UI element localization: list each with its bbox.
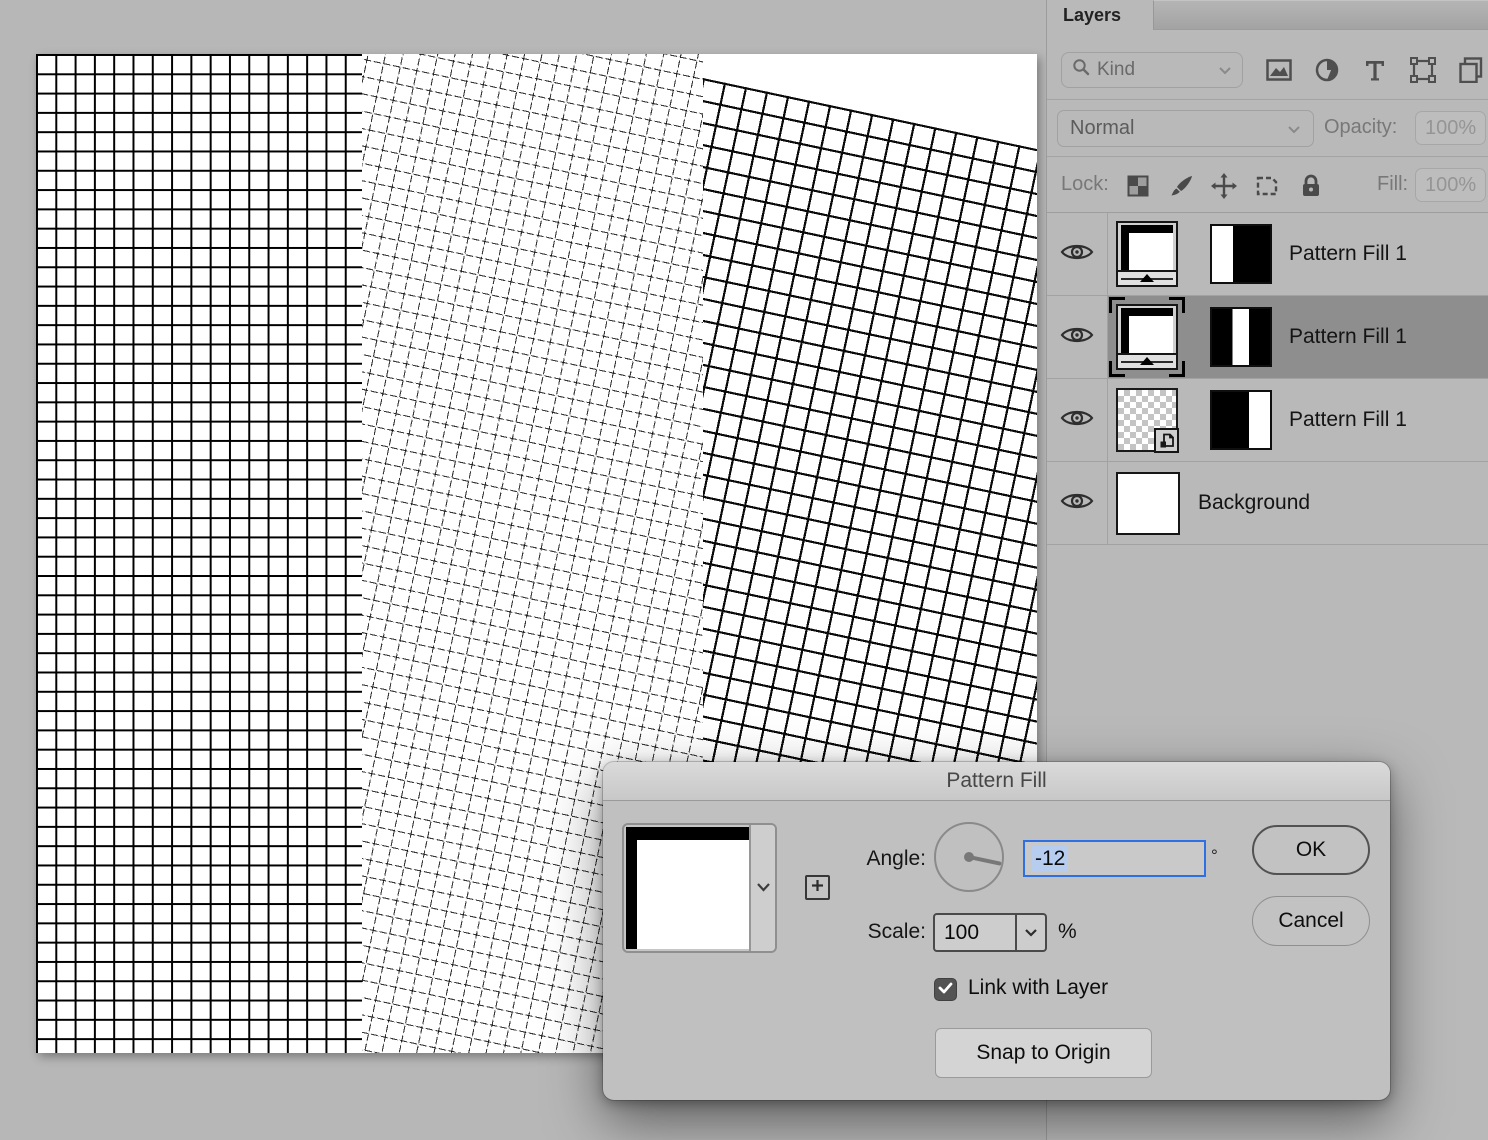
visibility-toggle[interactable] [1047, 296, 1108, 378]
snap-to-origin-button[interactable]: Snap to Origin [935, 1028, 1152, 1078]
eye-icon [1060, 407, 1094, 434]
opacity-value-field[interactable]: 100% [1415, 111, 1486, 145]
ok-button[interactable]: OK [1252, 825, 1370, 875]
dialog-title[interactable]: Pattern Fill [603, 762, 1390, 801]
layer-name[interactable]: Pattern Fill 1 [1289, 325, 1407, 349]
layer-name[interactable]: Background [1198, 491, 1310, 515]
eye-icon [1060, 490, 1094, 517]
visibility-toggle[interactable] [1047, 462, 1108, 544]
lock-label: Lock: [1061, 173, 1109, 196]
pattern-preview [626, 827, 749, 949]
layer-mask-thumbnail[interactable] [1210, 390, 1272, 450]
tab-layers-label: Layers [1063, 5, 1121, 26]
layer-row-background[interactable]: Background [1047, 462, 1488, 545]
visibility-toggle[interactable] [1047, 213, 1108, 295]
pattern-swatch-picker[interactable] [622, 823, 777, 953]
pattern-fill-thumbnail[interactable] [1116, 221, 1178, 287]
scale-combobox[interactable]: 100 [933, 913, 1047, 952]
filter-pixel-layers-icon[interactable] [1262, 52, 1296, 88]
check-icon [938, 981, 953, 999]
blend-mode-value: Normal [1070, 117, 1134, 140]
angle-dial-center [964, 852, 974, 862]
visibility-toggle[interactable] [1047, 379, 1108, 461]
scale-dropdown[interactable] [1015, 915, 1045, 950]
kind-label: Kind [1097, 59, 1135, 81]
link-with-layer-label[interactable]: Link with Layer [968, 976, 1108, 1000]
blend-mode-row: Normal Opacity: 100% [1047, 100, 1488, 157]
straight-grid-pattern [36, 54, 362, 1053]
layer-mask-thumbnail[interactable] [1210, 224, 1272, 284]
layer-mask-thumbnail[interactable] [1210, 307, 1272, 367]
scale-label: Scale: [831, 920, 926, 944]
pattern-fill-dialog: Pattern Fill Angle: -12 ° OK [603, 762, 1390, 1100]
pattern-dropdown[interactable] [749, 825, 775, 951]
layer-name[interactable]: Pattern Fill 1 [1289, 242, 1407, 266]
layer-filter-row: Kind [1047, 30, 1488, 100]
layer-filter-kind-select[interactable]: Kind [1061, 52, 1243, 88]
opacity-label: Opacity: [1324, 116, 1397, 139]
angle-value-selected: -12 [1032, 846, 1068, 872]
layer-list: Pattern Fill 1 [1047, 213, 1488, 545]
lock-all-icon[interactable] [1297, 173, 1325, 199]
tab-bar-empty-area [1153, 0, 1488, 30]
angle-label: Angle: [831, 847, 926, 871]
transparent-layer-thumbnail[interactable] [1116, 388, 1178, 452]
fill-value-field[interactable]: 100% [1415, 168, 1486, 202]
chevron-down-icon [1024, 924, 1038, 942]
layer-row-pattern-fill-bottom[interactable]: Pattern Fill 1 [1047, 379, 1488, 462]
background-layer-thumbnail[interactable] [1116, 472, 1180, 535]
lock-transparent-pixels-icon[interactable] [1124, 173, 1152, 199]
layer-name[interactable]: Pattern Fill 1 [1289, 408, 1407, 432]
fill-label: Fill: [1377, 173, 1408, 196]
eye-icon [1060, 241, 1094, 268]
lock-position-icon[interactable] [1210, 173, 1238, 199]
eye-icon [1060, 324, 1094, 351]
layer-row-pattern-fill-top[interactable]: Pattern Fill 1 [1047, 213, 1488, 296]
percent-unit: % [1058, 920, 1077, 944]
panel-tab-bar: Layers [1047, 0, 1488, 30]
filter-smart-object-icon[interactable] [1454, 52, 1488, 88]
pattern-fill-thumbnail-selected[interactable] [1116, 304, 1178, 370]
filter-shape-layers-icon[interactable] [1406, 52, 1440, 88]
lock-image-pixels-icon[interactable] [1168, 173, 1196, 199]
blend-mode-select[interactable]: Normal [1057, 110, 1314, 147]
lock-row: Lock: Fill: 100% [1047, 157, 1488, 213]
angle-dial[interactable] [934, 822, 1004, 892]
pattern-strip-left [36, 54, 362, 1053]
smart-object-badge-icon [1154, 428, 1179, 453]
lock-artboard-icon[interactable] [1253, 173, 1281, 199]
photoshop-window: Layers Kind [0, 0, 1488, 1140]
link-with-layer-checkbox[interactable] [934, 978, 957, 1001]
degree-unit: ° [1211, 846, 1218, 866]
filter-adjustment-layers-icon[interactable] [1310, 52, 1344, 88]
filter-type-layers-icon[interactable] [1358, 52, 1392, 88]
angle-input[interactable]: -12 [1023, 840, 1206, 877]
chevron-down-icon [1218, 59, 1232, 81]
new-pattern-button[interactable] [805, 875, 830, 900]
layer-row-pattern-fill-selected[interactable]: Pattern Fill 1 [1047, 296, 1488, 379]
scale-value: 100 [935, 915, 1015, 950]
plus-icon [811, 879, 824, 897]
search-icon [1072, 58, 1090, 82]
tab-layers[interactable]: Layers [1047, 0, 1153, 30]
chevron-down-icon [756, 879, 771, 897]
chevron-down-icon [1287, 117, 1301, 140]
cancel-button[interactable]: Cancel [1252, 896, 1370, 946]
